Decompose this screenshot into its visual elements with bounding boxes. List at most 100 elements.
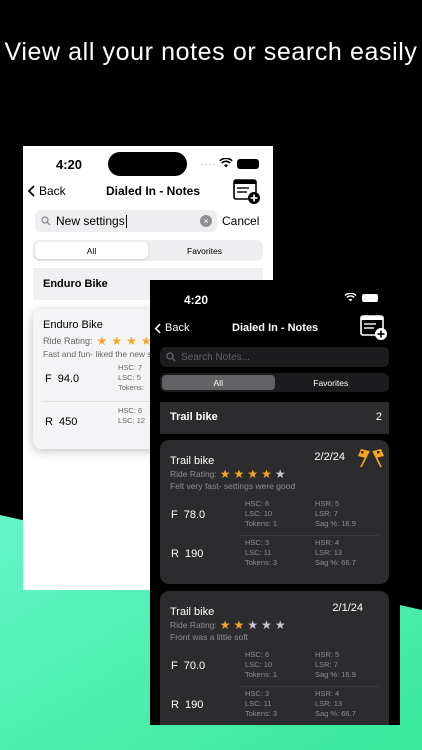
rear-label: R	[45, 416, 53, 428]
rear-lsr: LSR: 13	[315, 699, 343, 708]
page-title: Dialed In - Notes	[106, 184, 201, 198]
front-label: F	[171, 509, 178, 521]
rear-hsc: HSC: 3	[245, 689, 270, 698]
chevron-left-icon	[154, 323, 161, 333]
note-card[interactable]: Trail bike 2/2/24 Ride Rating: ★ ★ ★ ★ ★…	[160, 440, 389, 584]
rear-hsc: HSC: 6	[118, 406, 143, 415]
back-button[interactable]: Back	[154, 322, 189, 334]
headline: View all your notes or search easily	[4, 38, 418, 66]
rear-lsc: LSC: 12	[118, 416, 146, 425]
new-note-icon[interactable]	[233, 179, 261, 205]
tab-favorites[interactable]: Favorites	[148, 242, 261, 259]
front-hsc: HSC: 6	[245, 650, 270, 659]
search-icon	[41, 216, 51, 226]
rear-hsr: HSR: 4	[315, 689, 340, 698]
tab-all[interactable]: All	[35, 242, 148, 259]
filter-segmented-control: All Favorites	[33, 240, 263, 261]
rear-settings-row: R 190 HSC: 3 LSC: 11 Tokens: 3 HSR: 4 LSR…	[170, 536, 379, 574]
ride-rating-label: Ride Rating:	[43, 336, 93, 346]
rear-pressure: 190	[184, 699, 204, 711]
search-input[interactable]: New settings ×	[35, 210, 217, 232]
text-cursor	[125, 214, 127, 228]
rear-hsc: HSC: 3	[245, 538, 270, 547]
note-bike-name: Trail bike	[170, 606, 215, 618]
rear-lsc: LSC: 11	[245, 548, 272, 557]
back-label: Back	[165, 322, 190, 334]
note-comment: Front was a little soft	[170, 632, 248, 642]
star-icon: ★	[233, 618, 245, 632]
note-date: 2/1/24	[332, 602, 363, 614]
tab-favorites[interactable]: Favorites	[275, 375, 388, 390]
dark-phone-screen: 4:20 Back Dialed In - Notes Search Notes…	[150, 280, 400, 725]
search-value: New settings	[56, 214, 125, 228]
back-button[interactable]: Back	[27, 184, 66, 198]
back-label: Back	[39, 184, 66, 198]
clear-search-icon[interactable]: ×	[200, 215, 212, 227]
front-pressure: 70.0	[183, 660, 206, 672]
signal-dots-icon: ....	[201, 157, 217, 168]
front-tokens: Tokens:	[118, 383, 144, 392]
note-bike-name: Trail bike	[170, 455, 215, 467]
dynamic-island	[108, 152, 187, 176]
search-input[interactable]: Search Notes...	[160, 347, 389, 367]
status-time: 4:20	[56, 157, 83, 172]
search-icon	[166, 352, 176, 362]
chevron-left-icon	[27, 185, 35, 197]
star-icon: ★	[111, 334, 123, 348]
star-icon: ★	[247, 467, 259, 481]
star-icon: ★	[219, 467, 231, 481]
front-lsr: LSR: 7	[315, 509, 338, 518]
rear-sag: Sag %: 66.7	[315, 558, 356, 567]
star-empty-icon: ★	[274, 618, 286, 632]
front-hsc: HSC: 7	[118, 363, 143, 372]
star-icon: ★	[126, 334, 137, 348]
ride-rating-label: Ride Rating:	[170, 620, 217, 630]
rear-label: R	[171, 548, 179, 560]
front-lsr: LSR: 7	[315, 660, 338, 669]
tab-all[interactable]: All	[162, 375, 275, 390]
new-note-icon[interactable]	[360, 315, 388, 341]
note-card[interactable]: Trail bike 2/1/24 Ride Rating: ★ ★ ★ ★ ★…	[160, 591, 389, 725]
front-sag: Sag %: 16.9	[315, 670, 356, 679]
star-icon: ★	[219, 618, 231, 632]
ride-rating-label: Ride Rating:	[170, 469, 217, 479]
note-comment: Felt very fast- settings were good	[170, 481, 296, 491]
star-icon: ★	[233, 467, 245, 481]
group-header[interactable]: Trail bike 2	[160, 402, 389, 434]
group-count: 2	[375, 411, 382, 423]
note-date: 2/2/24	[314, 451, 345, 463]
front-settings-row: F 78.0 HSC: 6 LSC: 10 Tokens: 1 HSR: 5 LS…	[170, 497, 379, 535]
rear-pressure: 190	[184, 548, 204, 560]
search-placeholder: Search Notes...	[181, 351, 250, 363]
front-tokens: Tokens: 1	[245, 670, 278, 679]
rear-label: R	[171, 699, 179, 711]
star-icon: ★	[96, 334, 108, 348]
front-settings-row: F 70.0 HSC: 6 LSC: 10 Tokens: 1 HSR: 5 LS…	[170, 648, 379, 686]
rear-sag: Sag %: 66.7	[315, 709, 356, 718]
star-empty-icon: ★	[261, 618, 272, 632]
front-pressure: 78.0	[183, 509, 206, 521]
rear-lsr: LSR: 13	[315, 548, 343, 557]
front-label: F	[45, 373, 52, 385]
ride-rating: Ride Rating: ★ ★ ★ ★ ★	[170, 467, 379, 481]
front-tokens: Tokens: 1	[245, 519, 278, 528]
front-sag: Sag %: 16.9	[315, 519, 356, 528]
filter-segmented-control: All Favorites	[160, 373, 389, 392]
front-label: F	[171, 660, 178, 672]
ride-rating: Ride Rating: ★ ★ ★ ★ ★	[170, 618, 379, 632]
status-time: 4:20	[184, 293, 209, 307]
wifi-icon	[344, 293, 357, 302]
front-hsc: HSC: 6	[245, 499, 270, 508]
cancel-button[interactable]: Cancel	[222, 214, 259, 228]
front-lsc: LSC: 10	[245, 660, 273, 669]
rear-pressure: 450	[58, 416, 78, 428]
star-empty-icon: ★	[247, 618, 259, 632]
rear-settings-row: R 190 HSC: 3 LSC: 11 Tokens: 3 HSR: 4 LSR…	[170, 687, 379, 725]
wifi-icon	[219, 158, 233, 168]
status-bar: 4:20 ....	[23, 146, 273, 182]
page-title: Dialed In - Notes	[232, 322, 319, 334]
rear-lsc: LSC: 11	[245, 699, 272, 708]
rear-hsr: HSR: 4	[315, 538, 340, 547]
front-hsr: HSR: 5	[315, 499, 340, 508]
battery-icon	[362, 294, 378, 302]
